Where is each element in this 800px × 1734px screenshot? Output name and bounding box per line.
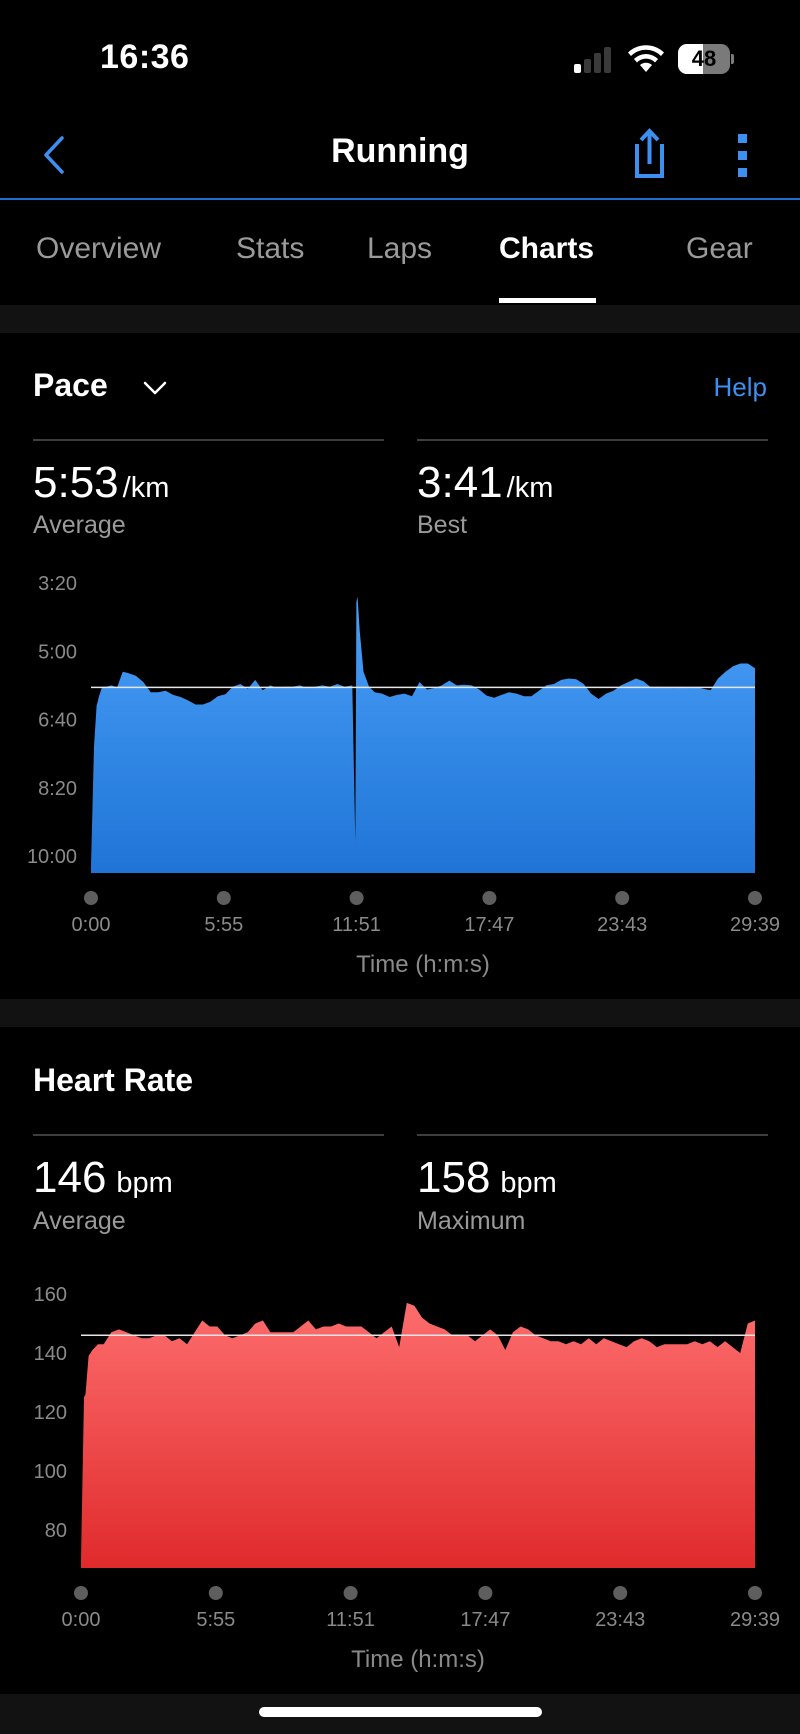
tab-gear[interactable]: Gear: [686, 232, 753, 266]
share-icon[interactable]: [620, 128, 670, 180]
pace-best-number: 3:41: [417, 458, 503, 507]
x-tick-label: 11:51: [332, 914, 381, 936]
y-tick-label: 8:20: [38, 778, 77, 800]
pace-average-value: 5:53/km: [33, 458, 169, 508]
x-tick-dot[interactable]: [748, 1586, 762, 1600]
heart-rate-x-axis-title: Time (h:m:s): [351, 1646, 485, 1673]
x-tick-dot[interactable]: [613, 1586, 628, 1600]
x-tick-label: 11:51: [326, 1609, 375, 1631]
more-vertical-icon[interactable]: [728, 132, 758, 178]
stat-divider: [417, 439, 768, 441]
x-tick-label: 29:39: [730, 1609, 780, 1631]
pace-best-value: 3:41/km: [417, 458, 553, 508]
y-tick-label: 5:00: [38, 641, 77, 663]
heart-rate-title: Heart Rate: [33, 1062, 194, 1098]
x-tick-dot[interactable]: [84, 891, 98, 905]
cellular-signal-icon: [574, 47, 614, 73]
tab-overview[interactable]: Overview: [36, 232, 161, 266]
pace-best-label: Best: [417, 511, 468, 539]
hr-max-number: 158: [417, 1153, 491, 1202]
x-tick-label: 0:00: [72, 914, 111, 936]
pace-chart-selector[interactable]: Pace: [33, 367, 108, 404]
x-tick-dot[interactable]: [478, 1586, 493, 1600]
hr-average-label: Average: [33, 1207, 126, 1235]
y-tick-label: 160: [34, 1284, 67, 1306]
heart-rate-area-series: [81, 1302, 755, 1568]
x-tick-label: 23:43: [595, 1609, 645, 1631]
stat-divider: [33, 439, 384, 441]
y-tick-label: 6:40: [38, 710, 77, 732]
x-tick-dot[interactable]: [748, 891, 762, 905]
x-tick-dot[interactable]: [615, 891, 630, 905]
x-tick-label: 17:47: [460, 1609, 510, 1631]
tab-laps[interactable]: Laps: [367, 232, 432, 266]
y-tick-label: 100: [34, 1461, 67, 1483]
stat-divider: [33, 1134, 384, 1136]
wifi-icon: [628, 45, 664, 72]
y-tick-label: 10:00: [27, 846, 77, 868]
battery-percent: 48: [691, 46, 717, 71]
status-time: 16:36: [100, 38, 190, 76]
x-tick-label: 23:43: [597, 914, 647, 936]
x-tick-label: 5:55: [196, 1609, 235, 1631]
y-tick-label: 80: [45, 1520, 67, 1542]
tab-stats[interactable]: Stats: [236, 232, 304, 266]
hr-average-number: 146: [33, 1153, 107, 1202]
hr-max-label: Maximum: [417, 1207, 526, 1235]
home-indicator[interactable]: [259, 1707, 542, 1717]
pace-average-unit: /km: [122, 472, 170, 504]
x-tick-dot[interactable]: [216, 891, 231, 905]
stat-divider: [417, 1134, 768, 1136]
x-tick-label: 5:55: [204, 914, 243, 936]
hr-average-value: 146 bpm: [33, 1153, 173, 1203]
x-tick-label: 0:00: [62, 1609, 101, 1631]
pace-best-unit: /km: [506, 472, 554, 504]
pace-average-number: 5:53: [33, 458, 119, 507]
x-tick-dot[interactable]: [208, 1586, 223, 1600]
section-divider: [0, 305, 800, 333]
pace-x-axis-title: Time (h:m:s): [356, 951, 490, 978]
active-tab-indicator: [499, 298, 596, 303]
x-tick-dot[interactable]: [74, 1586, 88, 1600]
hr-max-value: 158 bpm: [417, 1153, 557, 1203]
y-tick-label: 140: [34, 1343, 67, 1365]
y-tick-label: 120: [34, 1402, 67, 1424]
chevron-down-icon[interactable]: [140, 378, 170, 398]
pace-area-series: [91, 596, 755, 873]
tab-bar: Overview Stats Laps Charts Gear: [0, 202, 800, 304]
x-tick-dot[interactable]: [349, 891, 364, 905]
x-tick-label: 29:39: [730, 914, 780, 936]
nav-bar: Running: [0, 110, 800, 200]
x-tick-dot[interactable]: [343, 1586, 358, 1600]
x-tick-dot[interactable]: [482, 891, 497, 905]
x-tick-label: 17:47: [464, 914, 514, 936]
hr-average-unit: bpm: [116, 1167, 173, 1199]
page-title: Running: [331, 132, 469, 170]
y-tick-label: 3:20: [38, 573, 77, 595]
hr-max-unit: bpm: [500, 1167, 557, 1199]
pace-chart[interactable]: 3:20 5:00 6:40 8:20 10:00 0:00 5:55 11:51 17:47…: [0, 560, 800, 980]
status-bar: 16:36 48: [0, 0, 800, 110]
heart-rate-chart[interactable]: 160 140 120 100 80 0:00 5:55 11:51 17:47 23:43 29…: [0, 1260, 800, 1680]
help-link[interactable]: Help: [714, 372, 767, 403]
section-divider: [0, 999, 800, 1027]
tab-charts[interactable]: Charts: [499, 232, 594, 266]
battery-icon: 48: [678, 44, 734, 74]
pace-average-label: Average: [33, 511, 126, 539]
